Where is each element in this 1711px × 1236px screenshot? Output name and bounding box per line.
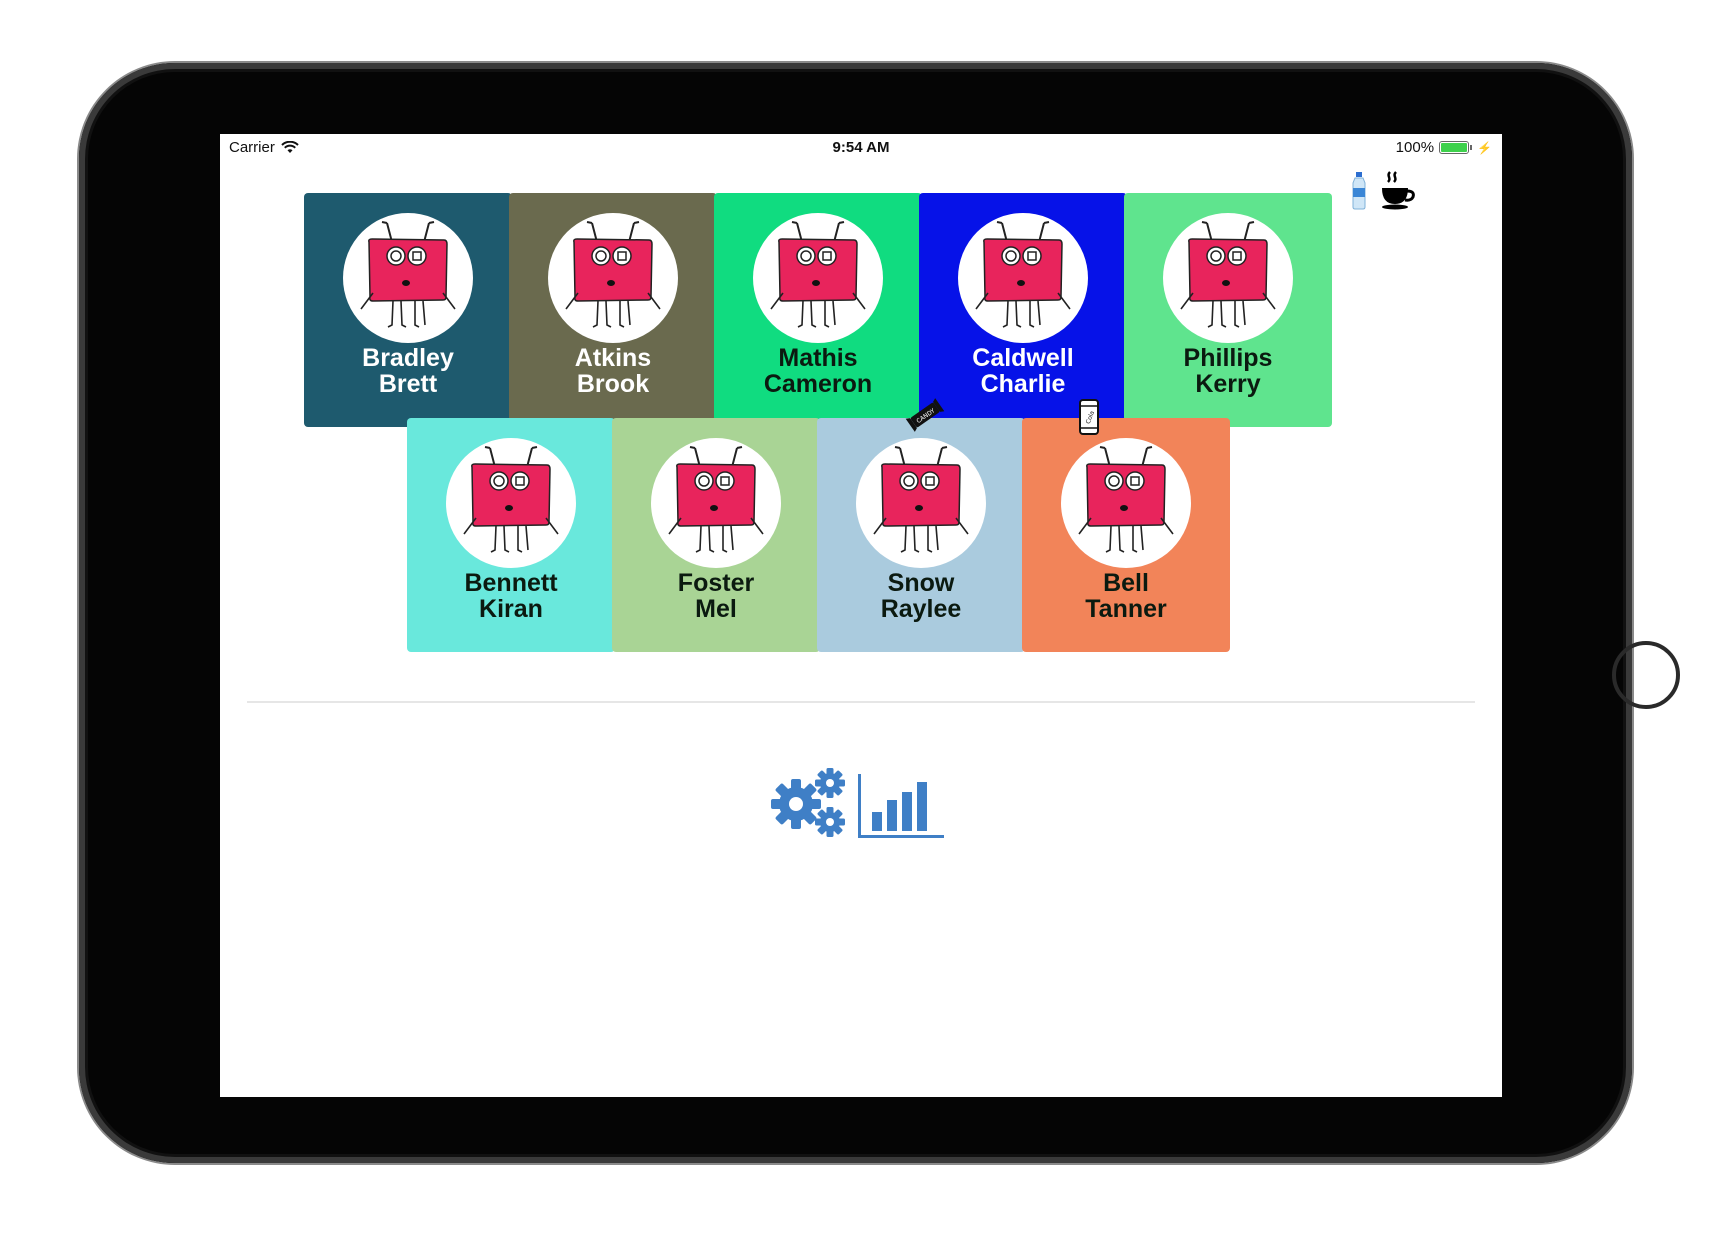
student-last-name: Mathis bbox=[778, 344, 858, 372]
status-bar: Carrier 9:54 AM 100% ⚡ bbox=[220, 134, 1502, 162]
student-last-name: Foster bbox=[677, 569, 755, 597]
coffee-cup-icon[interactable] bbox=[1380, 170, 1416, 210]
student-name: Bell Tanner bbox=[1022, 570, 1230, 622]
student-first-name: Brook bbox=[576, 370, 650, 398]
student-card[interactable]: Foster Mel bbox=[612, 418, 820, 652]
student-last-name: Atkins bbox=[574, 344, 652, 372]
student-card[interactable]: Bennett Kiran bbox=[407, 418, 615, 652]
student-name: Bradley Brett bbox=[304, 345, 512, 397]
student-first-name: Brett bbox=[378, 370, 438, 398]
student-first-name: Kerry bbox=[1195, 370, 1261, 398]
divider bbox=[247, 701, 1475, 703]
charging-icon: ⚡ bbox=[1477, 140, 1492, 155]
student-first-name: Raylee bbox=[880, 595, 962, 623]
status-time: 9:54 AM bbox=[832, 139, 890, 156]
battery-icon bbox=[1439, 141, 1470, 154]
app-screen: Carrier 9:54 AM 100% ⚡ Bradley Brett Atk… bbox=[220, 134, 1502, 1097]
student-last-name: Caldwell bbox=[972, 344, 1074, 372]
student-name: Foster Mel bbox=[612, 570, 820, 622]
student-card[interactable]: Caldwell Charlie bbox=[919, 193, 1127, 427]
student-card[interactable]: Phillips Kerry bbox=[1124, 193, 1332, 427]
student-avatar bbox=[1061, 438, 1191, 568]
student-name: Phillips Kerry bbox=[1124, 345, 1332, 397]
bottom-toolbar bbox=[768, 766, 944, 840]
student-name: Caldwell Charlie bbox=[919, 345, 1127, 397]
battery-cap bbox=[1470, 145, 1473, 150]
bar-chart-icon[interactable] bbox=[858, 774, 944, 840]
candy-icon[interactable]: CANDY bbox=[905, 398, 945, 437]
student-first-name: Cameron bbox=[763, 370, 873, 398]
student-avatar bbox=[343, 213, 473, 343]
water-bottle-icon[interactable] bbox=[1350, 172, 1368, 210]
student-avatar bbox=[856, 438, 986, 568]
home-button[interactable] bbox=[1612, 641, 1680, 709]
student-card[interactable]: Atkins Brook bbox=[509, 193, 717, 427]
student-avatar bbox=[548, 213, 678, 343]
cola-can-icon[interactable]: Cola bbox=[1078, 398, 1100, 441]
student-card[interactable]: Mathis Cameron bbox=[714, 193, 922, 427]
student-avatar bbox=[958, 213, 1088, 343]
student-first-name: Charlie bbox=[980, 370, 1066, 398]
battery-percent: 100% bbox=[1395, 139, 1435, 156]
student-name: Snow Raylee bbox=[817, 570, 1025, 622]
settings-gears-icon[interactable] bbox=[768, 766, 848, 840]
top-right-icons bbox=[1350, 170, 1416, 210]
student-card[interactable]: Bell Tanner bbox=[1022, 418, 1230, 652]
student-name: Mathis Cameron bbox=[714, 345, 922, 397]
student-avatar bbox=[446, 438, 576, 568]
student-name: Bennett Kiran bbox=[407, 570, 615, 622]
student-avatar bbox=[753, 213, 883, 343]
student-last-name: Bennett bbox=[464, 569, 558, 597]
student-last-name: Phillips bbox=[1183, 344, 1273, 372]
status-right: 100% ⚡ bbox=[1396, 139, 1492, 156]
student-last-name: Bell bbox=[1103, 569, 1149, 597]
student-card[interactable]: Bradley Brett bbox=[304, 193, 512, 427]
student-first-name: Tanner bbox=[1085, 595, 1167, 623]
student-first-name: Mel bbox=[695, 595, 737, 623]
student-last-name: Bradley bbox=[362, 344, 454, 372]
student-avatar bbox=[651, 438, 781, 568]
student-first-name: Kiran bbox=[479, 595, 543, 623]
student-last-name: Snow bbox=[887, 569, 955, 597]
student-name: Atkins Brook bbox=[509, 345, 717, 397]
student-card[interactable]: Snow Raylee bbox=[817, 418, 1025, 652]
student-avatar bbox=[1163, 213, 1293, 343]
